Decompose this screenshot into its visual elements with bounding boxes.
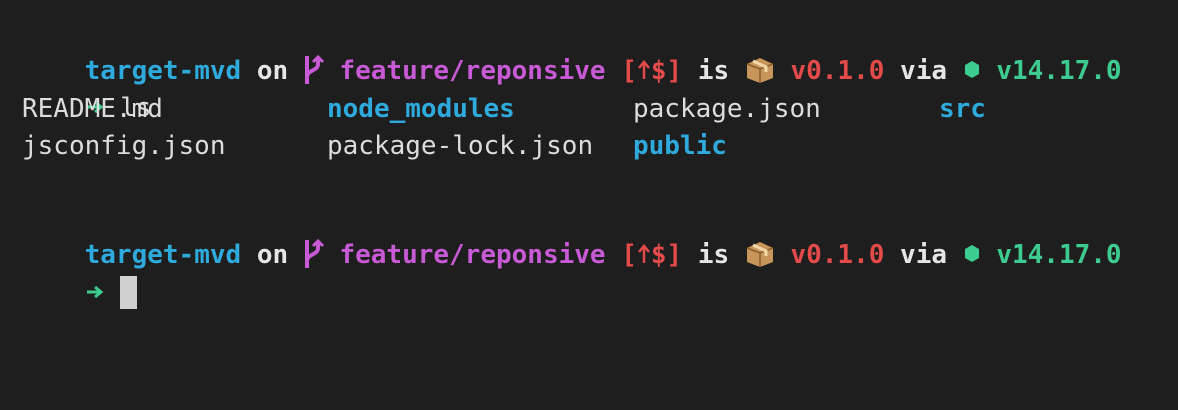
git-status-close: $] xyxy=(650,240,683,270)
file-readme: README.md xyxy=(22,94,163,124)
dir-src: src xyxy=(939,94,986,124)
package-box-icon xyxy=(745,56,775,84)
file-jsconfig: jsconfig.json xyxy=(22,131,226,161)
git-branch-icon xyxy=(304,54,324,85)
ls-output-row: jsconfig.json package-lock.json public xyxy=(22,128,1162,164)
terminal-window[interactable]: target-mvd on feature/reponsive [$] is v… xyxy=(0,0,1178,410)
dir-node-modules: node_modules xyxy=(327,94,515,124)
package-box-icon xyxy=(745,240,775,268)
text-cursor[interactable] xyxy=(120,276,138,309)
prompt-git-status: [ $] xyxy=(621,56,682,86)
file-package-lock: package-lock.json xyxy=(327,131,594,161)
up-arrow-icon xyxy=(637,59,651,81)
prompt-via-label: via xyxy=(900,56,948,86)
prompt-git-status: [ $] xyxy=(621,240,682,270)
prompt-line: target-mvd on feature/reponsive [$] is v… xyxy=(22,201,1122,270)
nodejs-hexagon-icon xyxy=(963,243,981,265)
up-arrow-icon xyxy=(637,243,651,265)
file-package-json: package.json xyxy=(633,94,821,124)
prompt-on-label: on xyxy=(256,240,289,270)
prompt-arrow-icon xyxy=(85,282,105,302)
git-status-open: [ xyxy=(621,56,637,86)
prompt-branch: feature/reponsive xyxy=(339,240,606,270)
prompt-is-label: is xyxy=(697,240,730,270)
prompt-node-version: v14.17.0 xyxy=(996,56,1122,86)
ls-output-row: README.md node_modules package.json src xyxy=(22,91,1162,127)
git-status-close: $] xyxy=(650,56,683,86)
prompt-on-label: on xyxy=(256,56,289,86)
command-line: ls xyxy=(22,54,152,123)
prompt-node-version: v14.17.0 xyxy=(996,240,1122,270)
git-status-open: [ xyxy=(621,240,637,270)
nodejs-hexagon-icon xyxy=(963,59,981,81)
prompt-line: target-mvd on feature/reponsive [$] is v… xyxy=(22,17,1122,86)
prompt-is-label: is xyxy=(697,56,730,86)
input-line[interactable] xyxy=(22,239,138,309)
prompt-via-label: via xyxy=(900,240,948,270)
prompt-package-version: v0.1.0 xyxy=(790,240,885,270)
dir-public: public xyxy=(633,131,727,161)
prompt-package-version: v0.1.0 xyxy=(790,56,885,86)
git-branch-icon xyxy=(304,238,324,269)
prompt-branch: feature/reponsive xyxy=(339,56,606,86)
